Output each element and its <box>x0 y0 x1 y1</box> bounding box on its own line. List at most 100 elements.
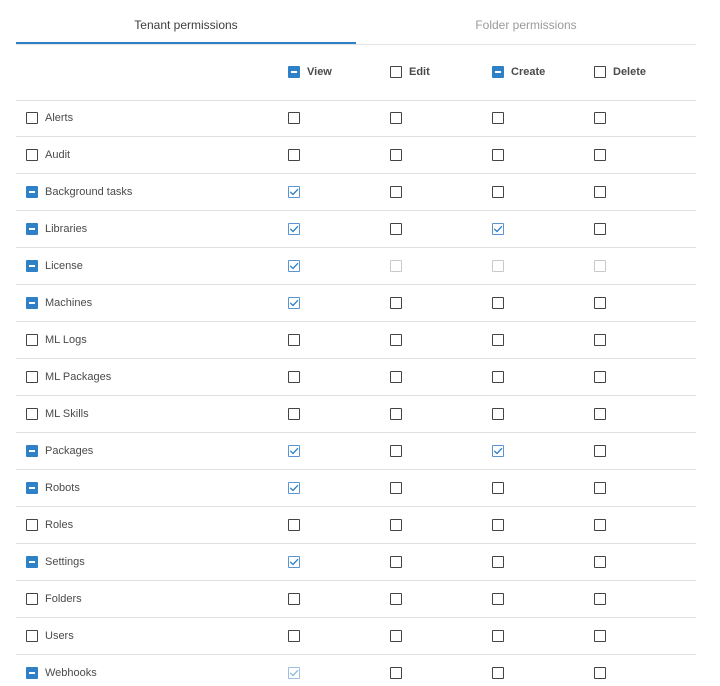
webhooks-edit-checkbox[interactable] <box>390 666 402 679</box>
machines-select-all-checkbox[interactable] <box>26 296 38 309</box>
permission-row-label-cell: ML Logs <box>26 322 87 357</box>
ml-skills-select-all-checkbox[interactable] <box>26 407 38 420</box>
permission-row-roles: Roles <box>16 507 696 544</box>
permission-cell-delete <box>594 655 606 686</box>
roles-select-all-checkbox[interactable] <box>26 518 38 531</box>
permission-cell-view <box>288 359 300 394</box>
tab-folder-permissions[interactable]: Folder permissions <box>356 0 696 44</box>
ml-packages-delete-checkbox[interactable] <box>594 370 606 383</box>
view-all-checkbox[interactable] <box>288 66 300 78</box>
alerts-view-checkbox[interactable] <box>288 111 300 124</box>
machines-delete-checkbox[interactable] <box>594 296 606 309</box>
libraries-edit-checkbox[interactable] <box>390 222 402 235</box>
folders-edit-checkbox[interactable] <box>390 592 402 605</box>
roles-edit-checkbox[interactable] <box>390 518 402 531</box>
folders-delete-checkbox[interactable] <box>594 592 606 605</box>
permission-row-label-cell: Users <box>26 618 74 653</box>
background-tasks-view-checkbox[interactable] <box>288 185 300 198</box>
ml-logs-delete-checkbox[interactable] <box>594 333 606 346</box>
libraries-view-checkbox[interactable] <box>288 222 300 235</box>
libraries-select-all-checkbox[interactable] <box>26 222 38 235</box>
column-label-delete: Delete <box>613 66 647 78</box>
robots-create-checkbox[interactable] <box>492 481 504 494</box>
ml-packages-edit-checkbox[interactable] <box>390 370 402 383</box>
webhooks-delete-checkbox[interactable] <box>594 666 606 679</box>
ml-logs-view-checkbox[interactable] <box>288 333 300 346</box>
permission-name: Audit <box>45 148 71 161</box>
ml-skills-delete-checkbox[interactable] <box>594 407 606 420</box>
permission-row-audit: Audit <box>16 137 696 174</box>
ml-packages-create-checkbox[interactable] <box>492 370 504 383</box>
robots-select-all-checkbox[interactable] <box>26 481 38 494</box>
permission-row-folders: Folders <box>16 581 696 618</box>
folders-create-checkbox[interactable] <box>492 592 504 605</box>
alerts-edit-checkbox[interactable] <box>390 111 402 124</box>
packages-edit-checkbox[interactable] <box>390 444 402 457</box>
robots-edit-checkbox[interactable] <box>390 481 402 494</box>
packages-select-all-checkbox[interactable] <box>26 444 38 457</box>
audit-create-checkbox[interactable] <box>492 148 504 161</box>
users-create-checkbox[interactable] <box>492 629 504 642</box>
robots-view-checkbox[interactable] <box>288 481 300 494</box>
edit-all-checkbox[interactable] <box>390 66 402 78</box>
settings-delete-checkbox[interactable] <box>594 555 606 568</box>
libraries-create-checkbox[interactable] <box>492 222 504 235</box>
ml-packages-select-all-checkbox[interactable] <box>26 370 38 383</box>
alerts-create-checkbox[interactable] <box>492 111 504 124</box>
create-all-checkbox[interactable] <box>492 66 504 78</box>
permission-cell-create <box>492 174 504 209</box>
machines-create-checkbox[interactable] <box>492 296 504 309</box>
settings-create-checkbox[interactable] <box>492 555 504 568</box>
users-delete-checkbox[interactable] <box>594 629 606 642</box>
permission-name: ML Packages <box>45 370 112 383</box>
tab-tenant-permissions[interactable]: Tenant permissions <box>16 0 356 44</box>
permission-cell-view <box>288 655 300 686</box>
users-view-checkbox[interactable] <box>288 629 300 642</box>
roles-delete-checkbox[interactable] <box>594 518 606 531</box>
permission-row-settings: Settings <box>16 544 696 581</box>
folders-view-checkbox[interactable] <box>288 592 300 605</box>
delete-all-checkbox[interactable] <box>594 66 606 78</box>
webhooks-select-all-checkbox[interactable] <box>26 666 38 679</box>
alerts-select-all-checkbox[interactable] <box>26 111 38 124</box>
users-select-all-checkbox[interactable] <box>26 629 38 642</box>
machines-view-checkbox[interactable] <box>288 296 300 309</box>
background-tasks-edit-checkbox[interactable] <box>390 185 402 198</box>
license-select-all-checkbox[interactable] <box>26 259 38 272</box>
background-tasks-delete-checkbox[interactable] <box>594 185 606 198</box>
ml-skills-edit-checkbox[interactable] <box>390 407 402 420</box>
roles-view-checkbox[interactable] <box>288 518 300 531</box>
folders-select-all-checkbox[interactable] <box>26 592 38 605</box>
settings-view-checkbox[interactable] <box>288 555 300 568</box>
users-edit-checkbox[interactable] <box>390 629 402 642</box>
settings-select-all-checkbox[interactable] <box>26 555 38 568</box>
machines-edit-checkbox[interactable] <box>390 296 402 309</box>
ml-logs-create-checkbox[interactable] <box>492 333 504 346</box>
ml-logs-select-all-checkbox[interactable] <box>26 333 38 346</box>
packages-delete-checkbox[interactable] <box>594 444 606 457</box>
permission-row-license: License <box>16 248 696 285</box>
packages-create-checkbox[interactable] <box>492 444 504 457</box>
permission-cell-view <box>288 285 300 320</box>
settings-edit-checkbox[interactable] <box>390 555 402 568</box>
audit-select-all-checkbox[interactable] <box>26 148 38 161</box>
ml-packages-view-checkbox[interactable] <box>288 370 300 383</box>
ml-skills-view-checkbox[interactable] <box>288 407 300 420</box>
alerts-delete-checkbox[interactable] <box>594 111 606 124</box>
background-tasks-select-all-checkbox[interactable] <box>26 185 38 198</box>
permission-cell-create <box>492 248 504 283</box>
robots-delete-checkbox[interactable] <box>594 481 606 494</box>
permission-cell-delete <box>594 100 606 135</box>
webhooks-create-checkbox[interactable] <box>492 666 504 679</box>
packages-view-checkbox[interactable] <box>288 444 300 457</box>
ml-skills-create-checkbox[interactable] <box>492 407 504 420</box>
background-tasks-create-checkbox[interactable] <box>492 185 504 198</box>
ml-logs-edit-checkbox[interactable] <box>390 333 402 346</box>
permission-cell-delete <box>594 322 606 357</box>
audit-view-checkbox[interactable] <box>288 148 300 161</box>
audit-delete-checkbox[interactable] <box>594 148 606 161</box>
libraries-delete-checkbox[interactable] <box>594 222 606 235</box>
audit-edit-checkbox[interactable] <box>390 148 402 161</box>
roles-create-checkbox[interactable] <box>492 518 504 531</box>
license-view-checkbox[interactable] <box>288 259 300 272</box>
